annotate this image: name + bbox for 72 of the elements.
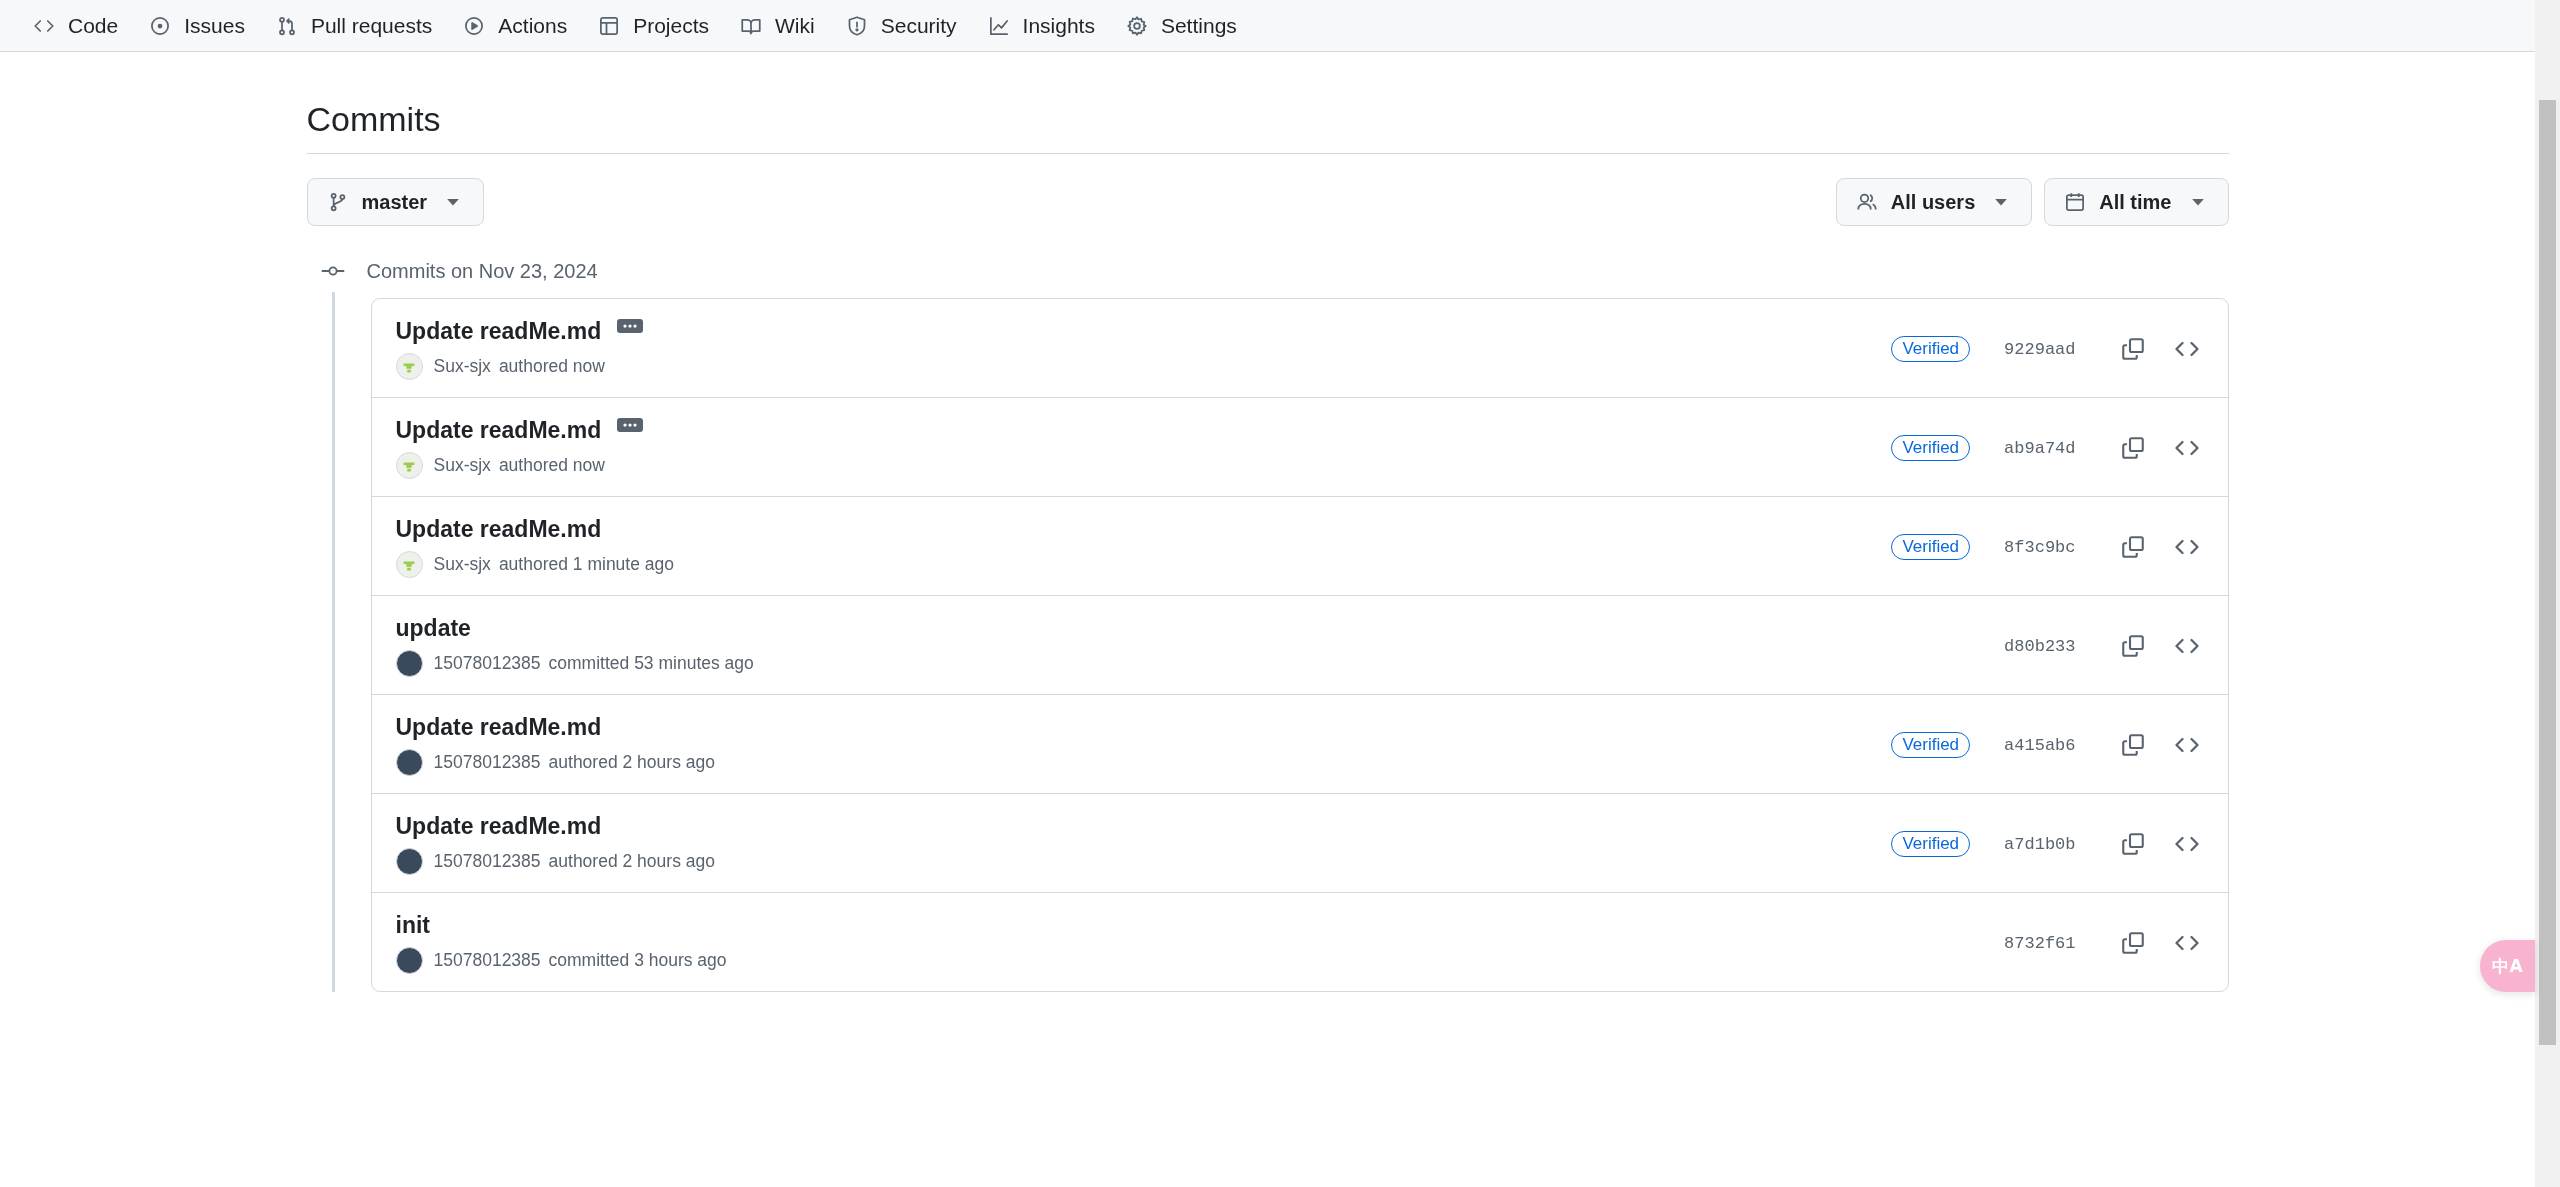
nav-tab[interactable]: Settings xyxy=(1110,0,1253,51)
commit-time-text: authored 2 hours ago xyxy=(548,851,715,872)
date-heading: Commits on Nov 23, 2024 xyxy=(366,259,598,283)
nav-tab[interactable]: Projects xyxy=(583,0,726,51)
commit-message-link[interactable]: Update readMe.md xyxy=(395,417,602,444)
commit-time-text: authored now xyxy=(498,356,605,377)
nav-tab[interactable]: Insights xyxy=(972,0,1111,51)
author-link[interactable]: 15078012385 xyxy=(433,950,541,971)
copy-icon xyxy=(2120,931,2145,955)
expand-ellipsis-button[interactable] xyxy=(617,318,644,333)
author-link[interactable]: Sux-sjx xyxy=(433,455,491,476)
author-link[interactable]: 15078012385 xyxy=(433,851,541,872)
copy-icon xyxy=(2120,634,2145,658)
caret-icon xyxy=(2191,198,2204,206)
author-link[interactable]: Sux-sjx xyxy=(433,356,491,377)
avatar-photo-placeholder xyxy=(395,947,423,974)
copy-icon xyxy=(2120,337,2145,361)
branch-selector[interactable]: master xyxy=(306,178,485,226)
nav-tab[interactable]: Pull requests xyxy=(260,0,449,51)
copy-icon xyxy=(2120,535,2145,559)
scrollbar-thumb[interactable] xyxy=(2539,100,2556,1045)
commit-time-text: authored 1 minute ago xyxy=(498,554,674,575)
commit-sha-link[interactable]: 8f3c9bc xyxy=(2004,537,2076,557)
avatar-icon xyxy=(395,551,423,578)
commit-sha-link[interactable]: d80b233 xyxy=(2004,636,2076,656)
copy-icon xyxy=(2120,832,2145,856)
commit-message-link[interactable]: init xyxy=(395,912,430,939)
commit-sha-link[interactable]: a7d1b0b xyxy=(2004,834,2076,854)
avatar-icon xyxy=(395,452,423,479)
avatar-photo-placeholder xyxy=(395,848,423,875)
commit-time-text: authored 2 hours ago xyxy=(548,752,715,773)
avatar-photo-placeholder xyxy=(395,749,423,776)
commit-message-link[interactable]: Update readMe.md xyxy=(395,813,602,840)
play-icon xyxy=(464,15,485,36)
commit-message-link[interactable]: Update readMe.md xyxy=(395,516,602,543)
caret-icon xyxy=(447,198,460,206)
commit-message-link[interactable]: update xyxy=(395,615,471,642)
commit-message-link[interactable]: Update readMe.md xyxy=(395,318,602,345)
calendar-icon xyxy=(2065,192,2086,212)
commit-sha-link[interactable]: ab9a74d xyxy=(2004,438,2076,458)
filter-dropdown[interactable]: All time xyxy=(2044,178,2229,226)
caret-icon xyxy=(1995,198,2008,206)
author-link[interactable]: Sux-sjx xyxy=(433,554,491,575)
graph-icon xyxy=(988,15,1009,36)
circle-dot-icon xyxy=(150,15,171,36)
commit-time-text: committed 53 minutes ago xyxy=(548,653,754,674)
commit-time-text: authored now xyxy=(498,455,605,476)
table-icon xyxy=(599,15,620,36)
avatar-icon xyxy=(395,353,423,380)
commit-sha-link[interactable]: 9229aad xyxy=(2004,339,2076,359)
expand-ellipsis-button[interactable] xyxy=(617,417,644,432)
filter-dropdown[interactable]: All users xyxy=(1835,178,2033,226)
commit-message-link[interactable]: Update readMe.md xyxy=(395,714,602,741)
avatar-photo-placeholder xyxy=(395,650,423,677)
commit-time-text: committed 3 hours ago xyxy=(548,950,727,971)
author-link[interactable]: 15078012385 xyxy=(433,653,541,674)
nav-tab[interactable]: Actions xyxy=(448,0,584,51)
commit-sha-link[interactable]: 8732f61 xyxy=(2004,933,2076,953)
copy-icon xyxy=(2120,436,2145,460)
nav-tab[interactable]: Issues xyxy=(134,0,261,51)
pull-request-icon xyxy=(276,15,297,36)
settings-icon xyxy=(1126,15,1147,36)
commit-sha-link[interactable]: a415ab6 xyxy=(2004,735,2076,755)
scrollbar[interactable] xyxy=(2535,0,2560,1187)
page-title: Commits xyxy=(306,52,2229,154)
copy-icon xyxy=(2120,733,2145,757)
shield-icon xyxy=(846,15,867,36)
nav-tab[interactable]: Wiki xyxy=(725,0,831,51)
nav-tab[interactable]: Code xyxy=(34,0,135,51)
nav-tab[interactable]: Security xyxy=(830,0,973,51)
author-link[interactable]: 15078012385 xyxy=(433,752,541,773)
people-icon xyxy=(1856,192,1877,212)
